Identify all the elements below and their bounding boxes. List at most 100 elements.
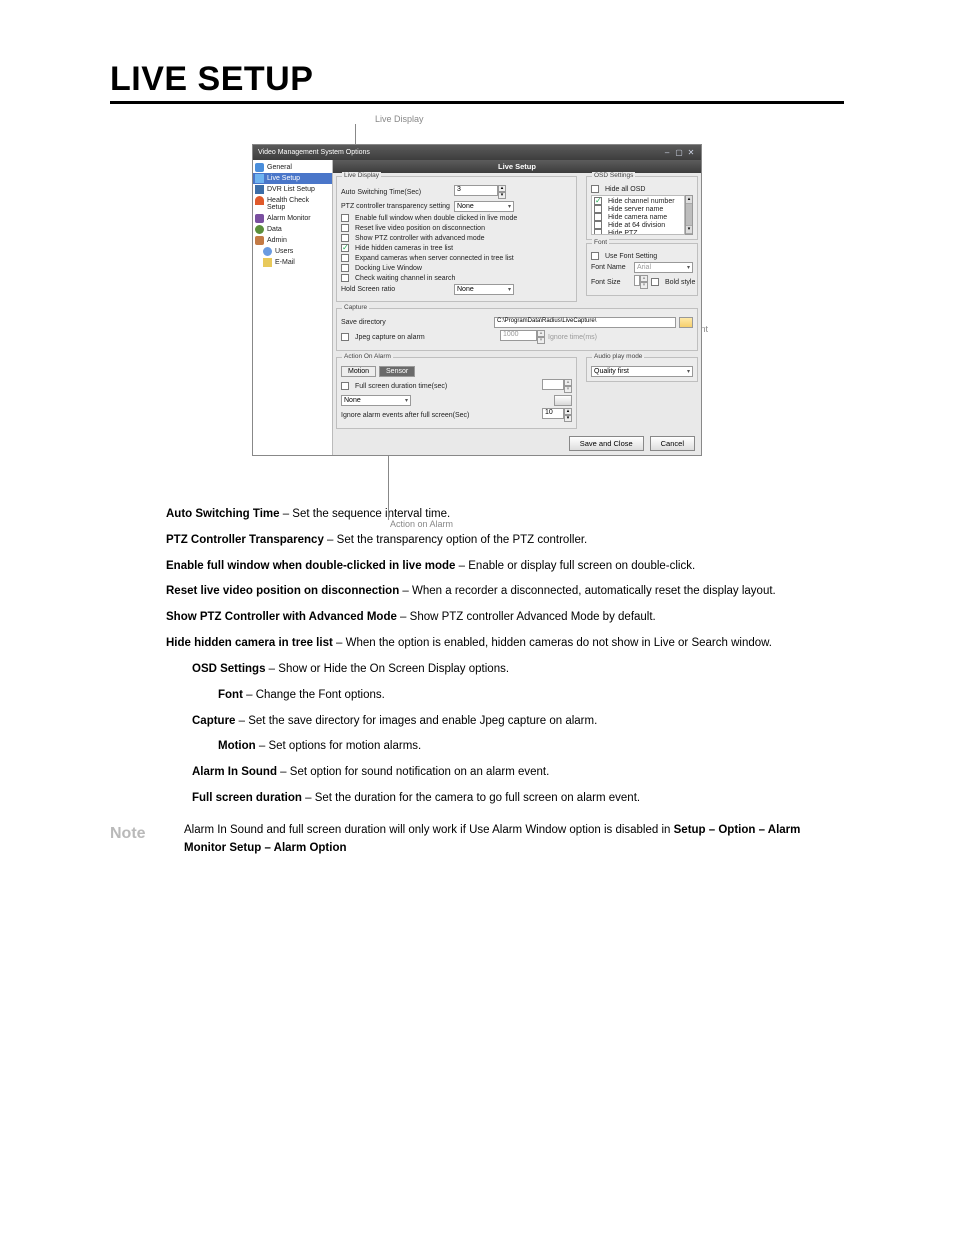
sidebar-nav: General Live Setup DVR List Setup Health… bbox=[253, 160, 333, 455]
definition: – Enable or display full screen on doubl… bbox=[455, 560, 695, 572]
auto-switching-value[interactable]: 3 bbox=[454, 185, 498, 196]
term: Full screen duration bbox=[192, 792, 302, 804]
panel-title: Live Setup bbox=[333, 160, 701, 173]
scrollbar[interactable]: ▴▾ bbox=[685, 195, 693, 235]
term: PTZ Controller Transparency bbox=[166, 534, 324, 546]
checkbox[interactable] bbox=[594, 205, 602, 213]
close-icon[interactable]: ✕ bbox=[686, 148, 696, 157]
sidebar-item-label: Live Setup bbox=[267, 175, 300, 182]
checkbox[interactable] bbox=[341, 214, 349, 222]
ignore-time-label: Ignore time(ms) bbox=[548, 334, 597, 341]
checkbox[interactable] bbox=[594, 229, 602, 235]
ignore-alarm-spinner[interactable]: 10▴▾ bbox=[542, 408, 572, 422]
font-group: Font Use Font Setting Font NameArial Fon… bbox=[586, 243, 698, 296]
cb-showptz-label: Show PTZ controller with advanced mode bbox=[355, 235, 485, 242]
spinner-value[interactable]: 10 bbox=[542, 408, 564, 419]
spin-down-icon[interactable]: ▾ bbox=[498, 192, 506, 199]
save-dir-input[interactable]: C:\ProgramData\Radius\LiveCapture\ bbox=[494, 317, 676, 328]
osd-list[interactable]: Hide channel number Hide server name Hid… bbox=[591, 195, 685, 235]
definition: – Set the save directory for images and … bbox=[235, 715, 597, 727]
checkbox[interactable] bbox=[594, 221, 602, 229]
definition: – Set option for sound notification on a… bbox=[277, 766, 549, 778]
full-screen-dur-spinner: ▴▾ bbox=[542, 379, 572, 393]
definition: – Set options for motion alarms. bbox=[256, 740, 422, 752]
checkbox bbox=[651, 278, 659, 286]
jpeg-interval-spinner: 1000▴▾ bbox=[500, 330, 545, 344]
audio-play-mode-group: Audio play mode Quality first bbox=[586, 357, 698, 382]
use-font-label: Use Font Setting bbox=[605, 253, 657, 260]
sidebar-item-users[interactable]: Users bbox=[253, 246, 332, 257]
checkbox[interactable] bbox=[341, 382, 349, 390]
live-display-group: Live Display Auto Switching Time(Sec) 3 … bbox=[336, 176, 577, 302]
options-dialog: Video Management System Options – ▢ ✕ Ge… bbox=[252, 144, 702, 456]
sidebar-item-health-check[interactable]: Health Check Setup bbox=[253, 195, 332, 213]
checkbox[interactable] bbox=[341, 234, 349, 242]
definition: – When a recorder a disconnected, automa… bbox=[399, 585, 776, 597]
checkbox[interactable] bbox=[341, 224, 349, 232]
cb-docking-label: Docking Live Window bbox=[355, 265, 422, 272]
browse-button[interactable] bbox=[679, 317, 693, 328]
sound-browse-button[interactable] bbox=[554, 395, 572, 406]
group-label: Font bbox=[592, 239, 609, 246]
note-text-pre: Alarm In Sound and full screen duration … bbox=[184, 824, 674, 836]
select-value: None bbox=[457, 203, 474, 210]
monitor-icon bbox=[255, 174, 264, 183]
font-name-select: Arial bbox=[634, 262, 693, 273]
checkbox[interactable] bbox=[341, 254, 349, 262]
checkbox[interactable] bbox=[341, 264, 349, 272]
sidebar-item-admin[interactable]: Admin bbox=[253, 235, 332, 246]
capture-group: Capture Save directory C:\ProgramData\Ra… bbox=[336, 308, 698, 351]
spinner-value: 1000 bbox=[500, 330, 537, 341]
cancel-button[interactable]: Cancel bbox=[650, 436, 695, 451]
definition: – Set the transparency option of the PTZ… bbox=[324, 534, 587, 546]
action-on-alarm-group: Action On Alarm MotionSensor Full screen… bbox=[336, 357, 577, 429]
checkbox[interactable] bbox=[341, 274, 349, 282]
select-value: None bbox=[457, 286, 474, 293]
font-size-spinner: ▴▾ bbox=[634, 275, 648, 289]
auto-switching-spinner[interactable]: 3 ▴▾ bbox=[454, 185, 506, 199]
checkbox[interactable] bbox=[341, 333, 349, 341]
osd-item-label: Hide server name bbox=[608, 206, 663, 213]
sidebar-item-email[interactable]: E-Mail bbox=[253, 257, 332, 268]
checkbox[interactable] bbox=[341, 244, 349, 252]
audio-mode-select[interactable]: Quality first bbox=[591, 366, 693, 377]
spin-up-icon[interactable]: ▴ bbox=[498, 185, 506, 192]
term: Show PTZ Controller with Advanced Mode bbox=[166, 611, 397, 623]
checkbox[interactable] bbox=[591, 252, 599, 260]
sidebar-item-label: Users bbox=[275, 248, 293, 255]
ignore-alarm-label: Ignore alarm events after full screen(Se… bbox=[341, 412, 539, 419]
sidebar-item-alarm-monitor[interactable]: Alarm Monitor bbox=[253, 213, 332, 224]
sidebar-item-general[interactable]: General bbox=[253, 162, 332, 173]
osd-item-label: Hide channel number bbox=[608, 198, 675, 205]
hold-ratio-select[interactable]: None bbox=[454, 284, 514, 295]
alarm-sound-select[interactable]: None bbox=[341, 395, 411, 406]
page-title: LIVE SETUP bbox=[110, 60, 844, 104]
jpeg-capture-label: Jpeg capture on alarm bbox=[355, 334, 497, 341]
tab-sensor[interactable]: Sensor bbox=[379, 366, 415, 377]
maximize-icon[interactable]: ▢ bbox=[674, 148, 684, 157]
definition: – Show or Hide the On Screen Display opt… bbox=[265, 663, 509, 675]
save-and-close-button[interactable]: Save and Close bbox=[569, 436, 644, 451]
mail-icon bbox=[263, 258, 272, 267]
tab-motion[interactable]: Motion bbox=[341, 366, 376, 377]
sidebar-item-label: General bbox=[267, 164, 292, 171]
term: Enable full window when double-clicked i… bbox=[166, 560, 455, 572]
checkbox[interactable] bbox=[591, 185, 599, 193]
select-value: Arial bbox=[637, 264, 651, 271]
alert-icon bbox=[255, 196, 264, 205]
group-label: OSD Settings bbox=[592, 172, 635, 179]
sidebar-item-data[interactable]: Data bbox=[253, 224, 332, 235]
sidebar-item-label: Data bbox=[267, 226, 282, 233]
ptz-trans-select[interactable]: None bbox=[454, 201, 514, 212]
checkbox[interactable] bbox=[594, 213, 602, 221]
sidebar-item-live-setup[interactable]: Live Setup bbox=[253, 173, 332, 184]
sidebar-item-label: Health Check Setup bbox=[267, 197, 309, 211]
sidebar-item-dvr-list[interactable]: DVR List Setup bbox=[253, 184, 332, 195]
save-dir-label: Save directory bbox=[341, 319, 491, 326]
font-size-label: Font Size bbox=[591, 279, 631, 286]
checkbox[interactable] bbox=[594, 197, 602, 205]
cb-expand-label: Expand cameras when server connected in … bbox=[355, 255, 514, 262]
hold-ratio-label: Hold Screen ratio bbox=[341, 286, 451, 293]
cb-reset-label: Reset live video position on disconnecti… bbox=[355, 225, 485, 232]
minimize-icon[interactable]: – bbox=[662, 148, 672, 157]
